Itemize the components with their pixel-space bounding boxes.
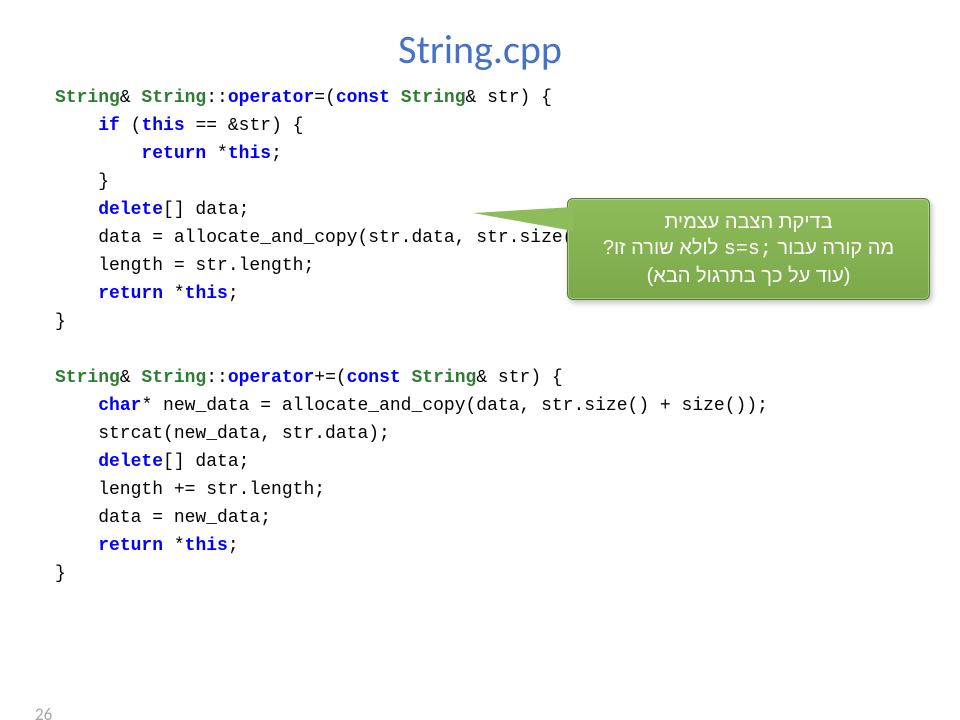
code-token: data = allocate_and_copy(str.data, str.s… [55,228,606,248]
code-token: * [206,144,228,164]
code-token: this [185,536,228,556]
code-token [55,116,98,136]
callout-line-1: בדיקת הצבה עצמית [576,209,921,235]
code-token: ( [120,116,142,136]
code-token: delete [98,452,163,472]
code-token: this [228,144,271,164]
callout-code: s=s; [724,238,772,261]
code-token: String [401,88,466,108]
callout-box: בדיקת הצבה עצמית מה קורה עבור s=s; לולא … [567,198,930,300]
code-token: String [55,368,120,388]
code-token: const [336,88,390,108]
code-token: char [98,396,141,416]
code-token [390,88,401,108]
code-token: String [412,368,477,388]
code-block: String& String::operator=(const String& … [55,84,960,588]
code-token: & [120,88,142,108]
code-token: =( [314,88,336,108]
code-token [55,396,98,416]
code-token: strcat(new_data, str.data); [55,424,390,444]
code-token: :: [206,368,228,388]
callout-line-3: (עוד על כך בתרגול הבא) [576,263,921,289]
code-token: if [98,116,120,136]
code-token: & [120,368,142,388]
code-token: const [347,368,401,388]
code-token: } [55,564,66,584]
code-token: == &str) { [185,116,304,136]
code-token: * [163,536,185,556]
code-token: :: [206,88,228,108]
code-token [55,452,98,472]
slide-title: String.cpp [0,25,960,74]
code-token: & str) { [476,368,562,388]
code-token: return [98,536,163,556]
code-token [55,200,98,220]
code-token: * [163,284,185,304]
code-token: delete [98,200,163,220]
code-token: ; [271,144,282,164]
code-token: String [55,88,120,108]
code-token: data = new_data; [55,508,271,528]
code-token: return [141,144,206,164]
code-token: } [55,172,109,192]
page-number: 26 [35,704,52,720]
code-token: * new_data = allocate_and_copy(data, str… [141,396,768,416]
code-token [55,536,98,556]
callout-line-2: מה קורה עבור s=s; לולא שורה זו? [576,235,921,263]
code-token: operator [228,88,314,108]
code-token: length = str.length; [55,256,314,276]
code-token [401,368,412,388]
code-token: this [185,284,228,304]
code-token: this [141,116,184,136]
code-token: length += str.length; [55,480,325,500]
code-token: ; [228,284,239,304]
code-token: String [141,368,206,388]
code-token: String [141,88,206,108]
code-token: & str) { [466,88,552,108]
code-token: [] data; [163,452,249,472]
code-token: ; [228,536,239,556]
code-token: return [98,284,163,304]
code-token: [] data; [163,200,249,220]
callout-text: לולא שורה זו? [603,237,724,259]
code-token: } [55,312,66,332]
code-token: +=( [314,368,346,388]
callout-text: מה קורה עבור [772,237,894,259]
code-token: operator [228,368,314,388]
code-token [55,144,141,164]
code-token [55,284,98,304]
